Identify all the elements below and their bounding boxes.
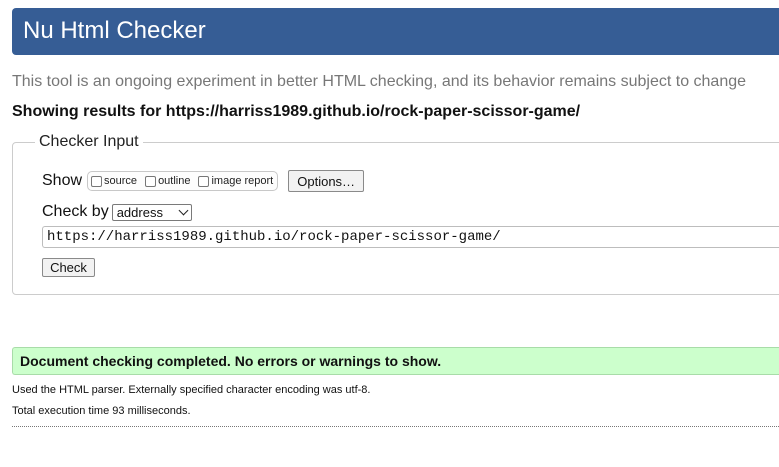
- showing-results-heading: Showing results for https://harriss1989.…: [12, 103, 581, 120]
- image-report-checkbox[interactable]: [198, 175, 210, 187]
- image-report-checkbox-label: image report: [211, 175, 274, 187]
- chevron-down-icon: [178, 205, 189, 215]
- show-options-row: Show source outline image report Options…: [42, 170, 365, 192]
- source-checkbox-label: source: [104, 175, 138, 187]
- url-input[interactable]: https://harriss1989.github.io/rock-paper…: [42, 226, 779, 248]
- source-checkbox[interactable]: [91, 175, 103, 187]
- outline-checkbox[interactable]: [145, 175, 157, 187]
- check-by-select-value: address: [116, 204, 163, 220]
- check-by-row: Check by address: [42, 203, 192, 221]
- show-image-report-option[interactable]: image report: [198, 175, 273, 187]
- show-options-group: source outline image report: [87, 171, 279, 191]
- check-by-label: Check by: [42, 203, 109, 220]
- parser-info: Used the HTML parser. Externally specifi…: [12, 384, 371, 396]
- show-source-option[interactable]: source: [91, 175, 137, 187]
- success-message: Document checking completed. No errors o…: [12, 347, 779, 375]
- page-header: Nu Html Checker: [12, 8, 779, 55]
- outline-checkbox-label: outline: [158, 175, 191, 187]
- check-by-select[interactable]: address: [111, 203, 192, 221]
- dotted-divider: [12, 426, 779, 427]
- check-button[interactable]: Check: [42, 258, 95, 277]
- page-title: Nu Html Checker: [23, 17, 206, 44]
- execution-time: Total execution time 93 milliseconds.: [12, 405, 191, 417]
- checker-input-legend: Checker Input: [39, 133, 139, 150]
- show-outline-option[interactable]: outline: [145, 175, 190, 187]
- options-button[interactable]: Options…: [288, 170, 365, 192]
- tagline: This tool is an ongoing experiment in be…: [12, 73, 747, 90]
- show-label: Show: [42, 172, 83, 189]
